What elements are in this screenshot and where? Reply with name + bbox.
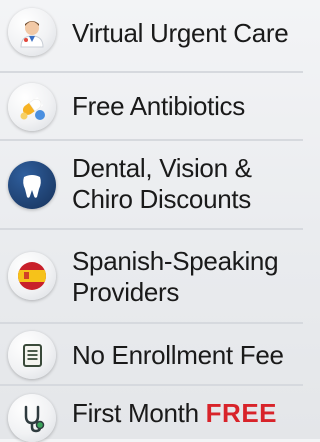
feature-item-first-month-free: First Month FREE — [0, 386, 303, 442]
feature-label-line: Virtual Urgent Care — [72, 18, 289, 48]
feature-label-line: Free Antibiotics — [72, 91, 245, 121]
feature-label: No Enrollment Fee — [72, 340, 284, 371]
feature-label: Dental, Vision & Chiro Discounts — [72, 153, 252, 215]
pills-icon — [8, 83, 56, 131]
feature-label: First Month FREE — [72, 398, 277, 429]
feature-label-line: Spanish-Speaking — [72, 246, 279, 276]
feature-item-discounts: Dental, Vision & Chiro Discounts — [0, 141, 303, 230]
feature-list: Virtual Urgent Care Free Antibiotics Den… — [0, 0, 303, 442]
stethoscope-icon — [8, 394, 56, 442]
feature-label: Virtual Urgent Care — [72, 18, 289, 49]
feature-label: Free Antibiotics — [72, 91, 245, 122]
feature-item-no-enrollment-fee: No Enrollment Fee — [0, 324, 303, 386]
feature-label-line: No Enrollment Fee — [72, 340, 284, 370]
feature-label: Spanish-Speaking Providers — [72, 246, 279, 308]
document-icon — [8, 331, 56, 379]
feature-item-free-antibiotics: Free Antibiotics — [0, 73, 303, 141]
tooth-icon — [8, 161, 56, 209]
spain-flag-icon — [8, 252, 56, 300]
doctor-icon — [8, 8, 56, 56]
feature-item-spanish-speaking: Spanish-Speaking Providers — [0, 230, 303, 324]
feature-label-line: Providers — [72, 277, 180, 307]
feature-label-text: First Month — [72, 398, 199, 428]
feature-item-virtual-urgent-care: Virtual Urgent Care — [0, 0, 303, 73]
free-highlight: FREE — [205, 398, 278, 428]
feature-label-line: Dental, Vision & — [72, 153, 252, 183]
feature-label-line: First Month FREE — [72, 398, 277, 429]
feature-label-line: Chiro Discounts — [72, 184, 252, 214]
